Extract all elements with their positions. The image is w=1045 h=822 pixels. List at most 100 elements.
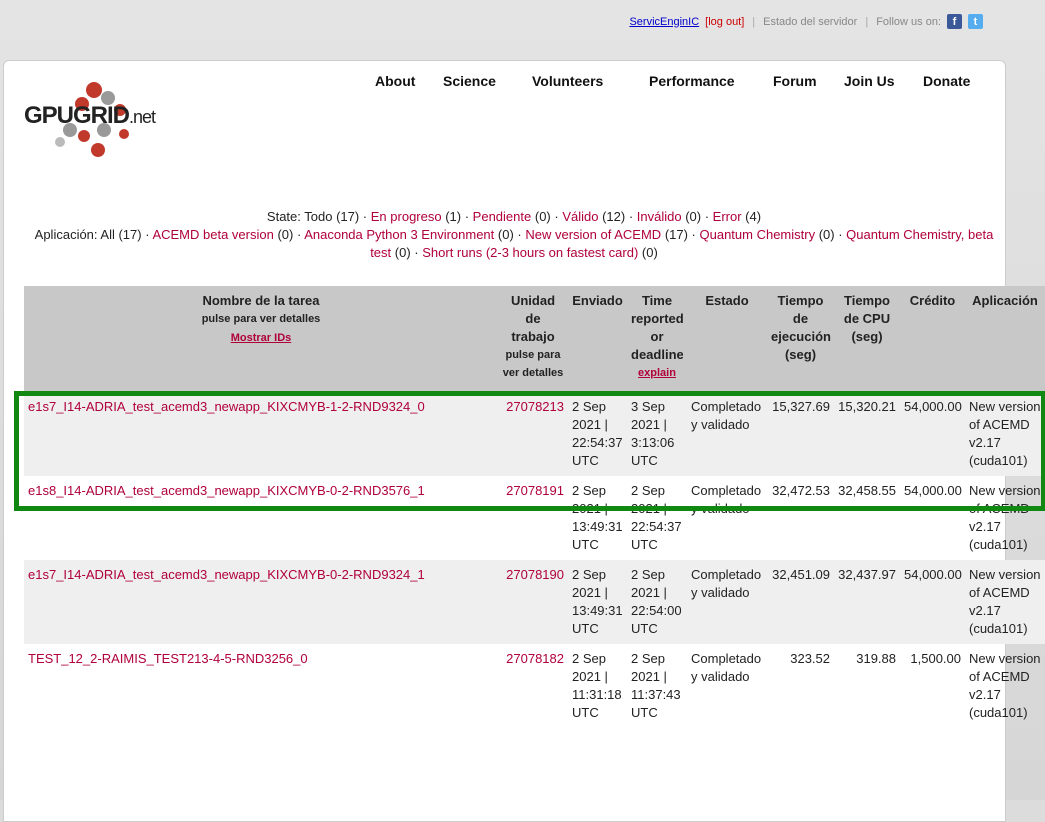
table-row: e1s7_I14-ADRIA_test_acemd3_newapp_KIXCMY… <box>24 392 1045 476</box>
cputime-cell: 319.88 <box>856 651 896 666</box>
col-header-state: Estado <box>687 286 767 392</box>
sent-cell: 2 Sep 2021 | 13:49:31 UTC <box>568 560 627 644</box>
sent-cell: 2 Sep 2021 | 11:31:18 UTC <box>572 651 622 720</box>
credit-cell: 54,000.00 <box>900 392 965 476</box>
col-unit-title: Unidad de trabajo <box>510 293 556 344</box>
separator: | <box>865 15 869 28</box>
count: (0) <box>641 245 658 260</box>
credit-cell: 54,000.00 <box>900 560 965 644</box>
nav-join-us[interactable]: Join Us <box>844 73 895 89</box>
table-row: e1s8_I14-ADRIA_test_acemd3_newapp_KIXCMY… <box>24 476 1045 560</box>
filter-app-acemd-beta[interactable]: ACEMD beta version <box>152 227 273 242</box>
nav-science[interactable]: Science <box>443 73 496 89</box>
credit-cell: 54,000.00 <box>904 483 962 498</box>
app-cell: New version of ACEMD v2.17 (cuda101) <box>965 560 1045 644</box>
filter-pending[interactable]: Pendiente <box>473 209 532 224</box>
user-link[interactable]: ServicEnginIC <box>629 16 699 28</box>
app-filter-label: Aplicación: All (17) · <box>34 227 150 242</box>
unit-cell: 27078213 <box>498 392 568 476</box>
count: (0) <box>818 227 835 242</box>
unit-link[interactable]: 27078190 <box>506 567 564 582</box>
tasks-table: Nombre de la tarea pulse para ver detall… <box>24 286 1045 728</box>
state-cell: Completado y validado <box>691 651 762 684</box>
filter-valid[interactable]: Válido <box>562 209 598 224</box>
unit-cell: 27078191 <box>498 476 568 560</box>
nav-about[interactable]: About <box>375 73 415 89</box>
facebook-icon[interactable]: f <box>947 14 962 29</box>
nav-volunteers[interactable]: Volunteers <box>532 73 603 89</box>
filter-bar: State: Todo (17) · En progreso (1) · Pen… <box>24 208 1004 262</box>
col-header-time: Time reported or deadline explain <box>627 286 687 392</box>
count: (12) <box>602 209 626 224</box>
main-nav: About Science Volunteers Performance For… <box>0 73 1045 93</box>
app-cell: New version of ACEMD v2.17 (cuda101) <box>965 392 1045 476</box>
col-header-sent: Enviado <box>568 286 627 392</box>
task-name-cell: e1s8_I14-ADRIA_test_acemd3_newapp_KIXCMY… <box>24 476 498 560</box>
filter-app-short-runs[interactable]: Short runs (2-3 hours on fastest card) <box>422 245 638 260</box>
logo-suffix: .net <box>129 107 156 127</box>
app-cell: New version of ACEMD v2.17 (cuda101) <box>969 483 1041 552</box>
credit-cell: 1,500.00 <box>910 651 961 666</box>
app-filter: Aplicación: All (17) · ACEMD beta versio… <box>34 227 994 260</box>
table-row: TEST_12_2-RAIMIS_TEST213-4-5-RND3256_0 2… <box>24 644 1045 728</box>
filter-app-new-acemd[interactable]: New version of ACEMD <box>525 227 661 242</box>
col-unit-sub: pulse para ver detalles <box>502 349 564 379</box>
col-header-cputime: Tiempo de CPU (seg) <box>834 286 900 392</box>
filter-error[interactable]: Error <box>713 209 742 224</box>
twitter-icon[interactable]: t <box>968 14 983 29</box>
count: (4) <box>745 209 762 224</box>
count: (0) <box>394 245 411 260</box>
logo-main: GPUGRID <box>24 102 130 129</box>
state-cell: Completado y validado <box>687 560 767 644</box>
col-header-credit: Crédito <box>900 286 965 392</box>
filter-app-quantum[interactable]: Quantum Chemistry <box>700 227 816 242</box>
show-ids-link[interactable]: Mostrar IDs <box>231 332 292 344</box>
runtime-cell: 32,451.09 <box>767 560 834 644</box>
unit-link[interactable]: 27078182 <box>506 651 564 666</box>
state-cell: Completado y validado <box>691 483 762 516</box>
nav-forum[interactable]: Forum <box>773 73 817 89</box>
runtime-cell: 32,472.53 <box>772 483 830 498</box>
state-filter: State: Todo (17) · En progreso (1) · Pen… <box>266 209 762 224</box>
runtime-cell: 15,327.69 <box>767 392 834 476</box>
nav-performance[interactable]: Performance <box>649 73 735 89</box>
col-time-title: Time reported or deadline <box>631 293 683 362</box>
top-bar: ServicEnginIC [log out] | Estado del ser… <box>629 14 983 29</box>
explain-link[interactable]: explain <box>631 364 683 382</box>
count: (0) <box>277 227 294 242</box>
separator: | <box>752 15 756 28</box>
task-name-link[interactable]: e1s8_I14-ADRIA_test_acemd3_newapp_KIXCMY… <box>28 483 425 498</box>
task-name-link[interactable]: TEST_12_2-RAIMIS_TEST213-4-5-RND3256_0 <box>28 651 308 666</box>
count: (17) <box>664 227 688 242</box>
logout-link[interactable]: [log out] <box>705 16 744 28</box>
col-name-title: Nombre de la tarea <box>202 293 320 308</box>
filter-in-progress[interactable]: En progreso <box>371 209 442 224</box>
time-cell: 2 Sep 2021 | 11:37:43 UTC <box>631 651 681 720</box>
count: (0) <box>534 209 551 224</box>
server-status-link[interactable]: Estado del servidor <box>763 16 857 28</box>
sent-cell: 2 Sep 2021 | 13:49:31 UTC <box>572 483 623 552</box>
nav-donate[interactable]: Donate <box>923 73 970 89</box>
task-name-cell: TEST_12_2-RAIMIS_TEST213-4-5-RND3256_0 <box>24 644 498 728</box>
count: (0) <box>497 227 514 242</box>
logo-text: GPUGRID.net <box>24 102 156 130</box>
task-name-cell: e1s7_I14-ADRIA_test_acemd3_newapp_KIXCMY… <box>24 560 498 644</box>
time-cell: 2 Sep 2021 | 22:54:00 UTC <box>627 560 687 644</box>
task-name-link[interactable]: e1s7_I14-ADRIA_test_acemd3_newapp_KIXCMY… <box>28 399 425 414</box>
filter-app-anaconda[interactable]: Anaconda Python 3 Environment <box>304 227 494 242</box>
filter-invalid[interactable]: Inválido <box>637 209 682 224</box>
col-header-unit: Unidad de trabajo pulse para ver detalle… <box>498 286 568 392</box>
task-name-cell: e1s7_I14-ADRIA_test_acemd3_newapp_KIXCMY… <box>24 392 498 476</box>
follow-label: Follow us on: <box>876 15 941 28</box>
unit-link[interactable]: 27078191 <box>506 483 564 498</box>
unit-link[interactable]: 27078213 <box>506 399 564 414</box>
table-row: e1s7_I14-ADRIA_test_acemd3_newapp_KIXCMY… <box>24 560 1045 644</box>
runtime-cell: 323.52 <box>790 651 830 666</box>
cputime-cell: 15,320.21 <box>834 392 900 476</box>
unit-cell: 27078182 <box>498 644 568 728</box>
col-header-runtime: Tiempo de ejecución (seg) <box>767 286 834 392</box>
task-name-link[interactable]: e1s7_I14-ADRIA_test_acemd3_newapp_KIXCMY… <box>28 567 425 582</box>
time-cell: 3 Sep 2021 | 3:13:06 UTC <box>627 392 687 476</box>
count: (0) <box>685 209 702 224</box>
app-cell: New version of ACEMD v2.17 (cuda101) <box>969 651 1041 720</box>
